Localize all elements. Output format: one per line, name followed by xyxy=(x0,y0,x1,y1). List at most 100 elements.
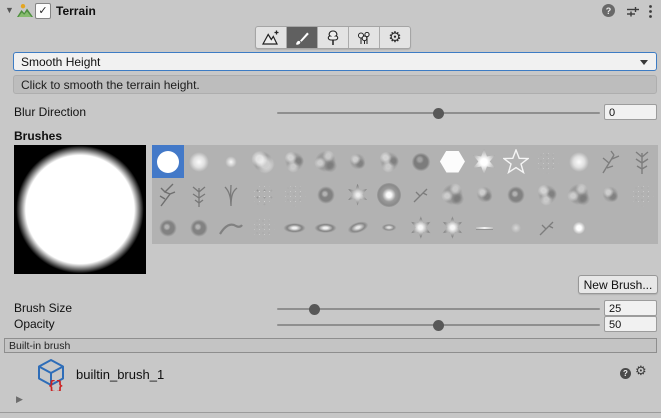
brush-cell-33[interactable] xyxy=(184,211,216,244)
tool-help-box: Click to smooth the terrain height. xyxy=(13,75,657,94)
brush-asset-icon: {} xyxy=(36,358,66,396)
brushes-section-label: Brushes xyxy=(14,129,62,143)
brush-thumb-dot-faint xyxy=(509,221,523,235)
brush-thumb-blob-dark xyxy=(157,217,179,239)
brush-cell-14[interactable] xyxy=(595,145,627,178)
brush-cell-2[interactable] xyxy=(215,145,247,178)
brush-cell-8[interactable] xyxy=(405,145,437,178)
brush-size-field[interactable]: 25 xyxy=(604,300,657,316)
brush-cell-9[interactable] xyxy=(437,145,469,178)
asset-foldout-arrow[interactable]: ▶ xyxy=(16,394,23,404)
brush-thumb-noise-c xyxy=(347,151,368,172)
brush-cell-22[interactable] xyxy=(342,178,374,211)
brush-cell-3[interactable] xyxy=(247,145,279,178)
brush-cell-21[interactable] xyxy=(310,178,342,211)
kebab-menu-icon[interactable] xyxy=(648,4,653,24)
brush-thumb-noise-square xyxy=(252,184,274,206)
opacity-thumb[interactable] xyxy=(433,320,444,331)
brush-grid xyxy=(152,145,658,244)
brush-cell-12[interactable] xyxy=(532,145,564,178)
brush-cell-16[interactable] xyxy=(152,178,184,211)
toolbar-paint-details[interactable] xyxy=(349,27,380,48)
brush-cell-11[interactable] xyxy=(500,145,532,178)
brush-cell-19[interactable] xyxy=(247,178,279,211)
paint-mode-dropdown[interactable]: Smooth Height xyxy=(13,52,657,71)
toolbar-create-neighbor-terrains[interactable] xyxy=(256,27,287,48)
brush-cell-45[interactable] xyxy=(563,211,595,244)
asset-help-icon[interactable]: ? xyxy=(620,368,631,379)
brush-thumb-tuft xyxy=(221,183,241,207)
brush-cell-42[interactable] xyxy=(468,211,500,244)
brush-cell-25[interactable] xyxy=(437,178,469,211)
brush-cell-27[interactable] xyxy=(500,178,532,211)
blur-direction-field[interactable]: 0 xyxy=(604,104,657,120)
brush-cell-13[interactable] xyxy=(563,145,595,178)
brush-cell-40[interactable] xyxy=(405,211,437,244)
svg-text:{}: {} xyxy=(48,379,64,392)
new-brush-button[interactable]: New Brush... xyxy=(578,275,658,294)
brush-thumb-branch xyxy=(600,149,622,175)
brush-thumb-noise-b xyxy=(312,148,339,175)
blur-direction-thumb[interactable] xyxy=(433,108,444,119)
brush-cell-38[interactable] xyxy=(342,211,374,244)
settings-gear-icon: ⚙ xyxy=(388,30,401,45)
brush-cell-4[interactable] xyxy=(279,145,311,178)
toolbar-paint-trees[interactable] xyxy=(318,27,349,48)
opacity-field[interactable]: 50 xyxy=(604,316,657,332)
brush-thumb-wide-diag xyxy=(343,217,372,237)
component-foldout-arrow[interactable]: ▼ xyxy=(5,5,14,15)
brush-cell-46[interactable] xyxy=(595,211,627,244)
opacity-slider[interactable] xyxy=(277,324,600,326)
brush-cell-7[interactable] xyxy=(373,145,405,178)
brush-cell-35[interactable] xyxy=(247,211,279,244)
asset-gear-icon[interactable]: ⚙ xyxy=(635,365,647,379)
brush-cell-24[interactable] xyxy=(405,178,437,211)
brush-thumb-noise-faint xyxy=(535,150,559,174)
brush-cell-6[interactable] xyxy=(342,145,374,178)
brush-thumb-tree xyxy=(189,182,209,208)
brush-thumb-branch xyxy=(157,182,179,208)
brush-cell-29[interactable] xyxy=(563,178,595,211)
brush-thumb-noise-dark xyxy=(409,150,433,174)
brush-cell-0[interactable] xyxy=(152,145,184,178)
brush-cell-20[interactable] xyxy=(279,178,311,211)
brush-cell-10[interactable] xyxy=(468,145,500,178)
brush-cell-44[interactable] xyxy=(532,211,564,244)
brush-size-slider[interactable] xyxy=(277,308,600,310)
brush-cell-1[interactable] xyxy=(184,145,216,178)
brush-cell-41[interactable] xyxy=(437,211,469,244)
brush-thumb-wide-dark xyxy=(281,222,308,234)
presets-icon[interactable] xyxy=(626,5,640,23)
brush-cell-37[interactable] xyxy=(310,211,342,244)
brush-cell-26[interactable] xyxy=(468,178,500,211)
brush-cell-15[interactable] xyxy=(626,145,658,178)
component-enabled-checkbox[interactable]: ✓ xyxy=(35,3,51,19)
brush-cell-5[interactable] xyxy=(310,145,342,178)
brush-cell-17[interactable] xyxy=(184,178,216,211)
brush-cell-23[interactable] xyxy=(373,178,405,211)
brush-thumb-circle-soft xyxy=(186,149,212,175)
brush-thumb-dash xyxy=(476,227,493,229)
brush-size-thumb[interactable] xyxy=(309,304,320,315)
toolbar-paint-terrain[interactable] xyxy=(287,27,318,48)
brush-cell-18[interactable] xyxy=(215,178,247,211)
brush-size-label: Brush Size xyxy=(14,301,72,315)
help-icon[interactable]: ? xyxy=(602,4,615,17)
brush-cell-30[interactable] xyxy=(595,178,627,211)
brush-cell-28[interactable] xyxy=(532,178,564,211)
toolbar-terrain-settings[interactable]: ⚙ xyxy=(380,27,410,48)
builtin-brush-bar: Built-in brush xyxy=(4,338,657,353)
brush-cell-39[interactable] xyxy=(373,211,405,244)
paint-mode-value: Smooth Height xyxy=(21,55,100,69)
brush-thumb-wide-dark xyxy=(312,222,339,234)
brush-cell-36[interactable] xyxy=(279,211,311,244)
component-title: Terrain xyxy=(56,4,96,18)
brush-thumb-blob-dark xyxy=(315,184,337,206)
brush-cell-34[interactable] xyxy=(215,211,247,244)
brush-cell-32[interactable] xyxy=(152,211,184,244)
asset-help-glyph: ? xyxy=(623,369,628,378)
brush-cell-47[interactable] xyxy=(626,211,658,244)
brush-cell-31[interactable] xyxy=(626,178,658,211)
brush-cell-43[interactable] xyxy=(500,211,532,244)
blur-direction-slider[interactable] xyxy=(277,112,600,114)
